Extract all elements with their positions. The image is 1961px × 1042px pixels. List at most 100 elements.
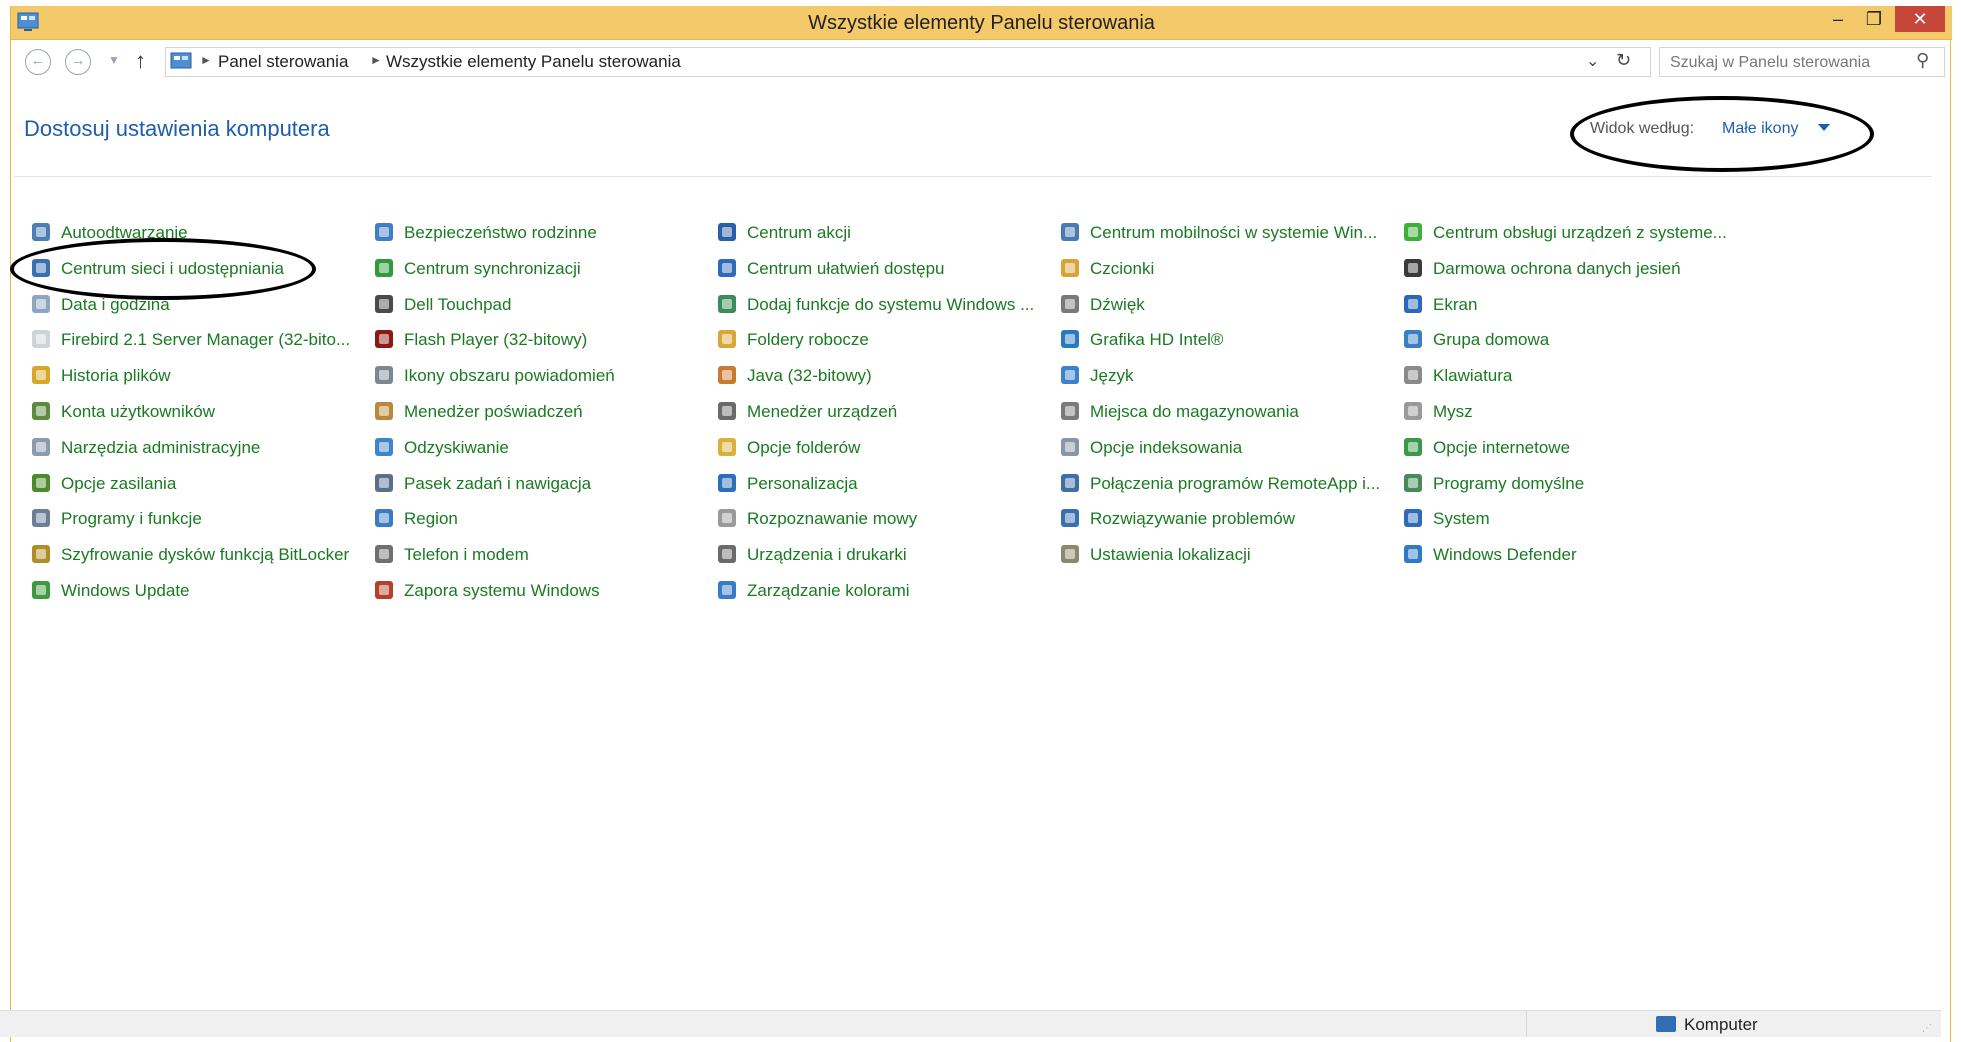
resize-grip-icon[interactable]: ⋰ bbox=[1922, 1023, 1932, 1034]
control-panel-item[interactable]: Opcje zasilania bbox=[32, 471, 362, 497]
control-panel-item[interactable]: Miejsca do magazynowania bbox=[1061, 399, 1391, 425]
control-panel-item-label: Firebird 2.1 Server Manager (32-bito... bbox=[61, 330, 351, 349]
refresh-icon[interactable]: ↻ bbox=[1616, 50, 1631, 71]
control-panel-item[interactable]: Windows Update bbox=[32, 578, 362, 604]
header-divider bbox=[14, 176, 1932, 177]
up-button[interactable]: ↑ bbox=[135, 48, 146, 74]
search-box[interactable]: ⚲ bbox=[1659, 47, 1945, 77]
control-panel-item[interactable]: Opcje folderów bbox=[718, 435, 1048, 461]
control-panel-item[interactable]: Ustawienia lokalizacji bbox=[1061, 542, 1391, 568]
breadcrumb-control-panel[interactable]: Panel sterowania bbox=[218, 52, 348, 72]
speaker-icon bbox=[1061, 295, 1079, 313]
control-panel-item[interactable]: Windows Defender bbox=[1404, 542, 1734, 568]
accessibility-icon bbox=[718, 259, 736, 277]
control-panel-item-label: System bbox=[1433, 509, 1490, 528]
control-panel-item[interactable]: Java (32-bitowy) bbox=[718, 363, 1048, 389]
address-bar[interactable]: ► Panel sterowania ► Wszystkie elementy … bbox=[165, 47, 1651, 77]
forward-button[interactable]: → bbox=[65, 49, 91, 75]
control-panel-item[interactable]: Region bbox=[375, 506, 705, 532]
close-button[interactable]: ✕ bbox=[1895, 6, 1945, 32]
control-panel-item[interactable]: Czcionki bbox=[1061, 256, 1391, 282]
control-panel-item-label: Menedżer urządzeń bbox=[747, 402, 898, 421]
maximize-button[interactable]: ❐ bbox=[1859, 6, 1889, 32]
control-panel-item[interactable]: Dźwięk bbox=[1061, 292, 1391, 318]
users-icon bbox=[32, 402, 50, 420]
control-panel-item[interactable]: Centrum synchronizacji bbox=[375, 256, 705, 282]
control-panel-item[interactable]: Narzędzia administracyjne bbox=[32, 435, 362, 461]
data-protection-icon bbox=[1404, 259, 1422, 277]
control-panel-item[interactable]: Opcje indeksowania bbox=[1061, 435, 1391, 461]
control-panel-item[interactable]: Klawiatura bbox=[1404, 363, 1734, 389]
control-panel-item[interactable]: Grafika HD Intel® bbox=[1061, 327, 1391, 353]
control-panel-item[interactable]: Menedżer poświadczeń bbox=[375, 399, 705, 425]
control-panel-item-label: Autoodtwarzanie bbox=[61, 223, 188, 242]
control-panel-item[interactable]: System bbox=[1404, 506, 1734, 532]
status-divider bbox=[1526, 1011, 1527, 1037]
control-panel-item[interactable]: Firebird 2.1 Server Manager (32-bito... bbox=[32, 327, 362, 353]
control-panel-item[interactable]: Flash Player (32-bitowy) bbox=[375, 327, 705, 353]
page-title: Dostosuj ustawienia komputera bbox=[24, 116, 330, 141]
control-panel-item-label: Ustawienia lokalizacji bbox=[1090, 545, 1251, 564]
control-panel-item[interactable]: Pasek zadań i nawigacja bbox=[375, 471, 705, 497]
control-panel-item[interactable]: Zarządzanie kolorami bbox=[718, 578, 1048, 604]
control-panel-item[interactable]: Personalizacja bbox=[718, 471, 1048, 497]
control-panel-item-label: Darmowa ochrona danych jesień bbox=[1433, 259, 1681, 278]
minimize-button[interactable]: – bbox=[1823, 6, 1853, 32]
control-panel-item[interactable]: Opcje internetowe bbox=[1404, 435, 1734, 461]
control-panel-item[interactable]: Ekran bbox=[1404, 292, 1734, 318]
address-dropdown-icon[interactable]: ⌄ bbox=[1586, 51, 1599, 71]
control-panel-item-label: Grupa domowa bbox=[1433, 330, 1550, 349]
search-input[interactable] bbox=[1668, 51, 1902, 75]
control-panel-item-label: Urządzenia i drukarki bbox=[747, 545, 907, 564]
control-panel-item[interactable]: Foldery robocze bbox=[718, 327, 1048, 353]
control-panel-item[interactable]: Bezpieczeństwo rodzinne bbox=[375, 220, 705, 246]
breadcrumb-separator[interactable]: ► bbox=[370, 53, 382, 67]
control-panel-item[interactable]: Telefon i modem bbox=[375, 542, 705, 568]
control-panel-item[interactable]: Szyfrowanie dysków funkcją BitLocker bbox=[32, 542, 362, 568]
control-panel-item[interactable]: Data i godzina bbox=[32, 292, 362, 318]
control-panel-item[interactable]: Centrum obsługi urządzeń z systeme... bbox=[1404, 220, 1734, 246]
title-bar[interactable]: Wszystkie elementy Panelu sterowania – ❐… bbox=[11, 6, 1952, 40]
control-panel-item[interactable]: Programy domyślne bbox=[1404, 471, 1734, 497]
touchpad-icon bbox=[375, 295, 393, 313]
search-icon[interactable]: ⚲ bbox=[1916, 50, 1929, 71]
control-panel-item[interactable]: Język bbox=[1061, 363, 1391, 389]
back-button[interactable]: ← bbox=[25, 49, 51, 75]
control-panel-item[interactable]: Dodaj funkcje do systemu Windows ... bbox=[718, 292, 1048, 318]
control-panel-item-label: Szyfrowanie dysków funkcją BitLocker bbox=[61, 545, 350, 564]
control-panel-item[interactable]: Odzyskiwanie bbox=[375, 435, 705, 461]
control-panel-item[interactable]: Centrum sieci i udostępniania bbox=[32, 256, 362, 282]
control-panel-item[interactable]: Centrum mobilności w systemie Win... bbox=[1061, 220, 1391, 246]
default-programs-icon bbox=[1404, 474, 1422, 492]
control-panel-item-label: Narzędzia administracyjne bbox=[61, 438, 261, 457]
breadcrumb-all-items[interactable]: Wszystkie elementy Panelu sterowania bbox=[386, 52, 681, 72]
recent-locations-button[interactable]: ▼ bbox=[108, 53, 120, 67]
control-panel-item[interactable]: Dell Touchpad bbox=[375, 292, 705, 318]
control-panel-item[interactable]: Historia plików bbox=[32, 363, 362, 389]
control-panel-item[interactable]: Urządzenia i drukarki bbox=[718, 542, 1048, 568]
network-icon bbox=[32, 259, 50, 277]
view-by-dropdown[interactable]: Małe ikony bbox=[1722, 120, 1798, 138]
control-panel-item[interactable]: Rozpoznawanie mowy bbox=[718, 506, 1048, 532]
control-panel-item[interactable]: Konta użytkowników bbox=[32, 399, 362, 425]
control-panel-item[interactable]: Darmowa ochrona danych jesień bbox=[1404, 256, 1734, 282]
control-panel-item-label: Centrum obsługi urządzeń z systeme... bbox=[1433, 223, 1727, 242]
control-panel-item[interactable]: Centrum akcji bbox=[718, 220, 1048, 246]
control-panel-item[interactable]: Mysz bbox=[1404, 399, 1734, 425]
control-panel-item[interactable]: Ikony obszaru powiadomień bbox=[375, 363, 705, 389]
control-panel-item[interactable]: Połączenia programów RemoteApp i... bbox=[1061, 471, 1391, 497]
chevron-down-icon[interactable] bbox=[1818, 124, 1830, 131]
control-panel-item[interactable]: Rozwiązywanie problemów bbox=[1061, 506, 1391, 532]
control-panel-item[interactable]: Menedżer urządzeń bbox=[718, 399, 1048, 425]
control-panel-item[interactable]: Zapora systemu Windows bbox=[375, 578, 705, 604]
control-panel-item[interactable]: Grupa domowa bbox=[1404, 327, 1734, 353]
control-panel-item-label: Centrum akcji bbox=[747, 223, 851, 242]
autoplay-icon bbox=[32, 223, 50, 241]
breadcrumb-separator[interactable]: ► bbox=[200, 53, 212, 67]
control-panel-item[interactable]: Programy i funkcje bbox=[32, 506, 362, 532]
computer-icon bbox=[1656, 1016, 1676, 1032]
personalization-icon bbox=[718, 474, 736, 492]
control-panel-item-label: Klawiatura bbox=[1433, 366, 1513, 385]
control-panel-item[interactable]: Centrum ułatwień dostępu bbox=[718, 256, 1048, 282]
control-panel-item[interactable]: Autoodtwarzanie bbox=[32, 220, 362, 246]
